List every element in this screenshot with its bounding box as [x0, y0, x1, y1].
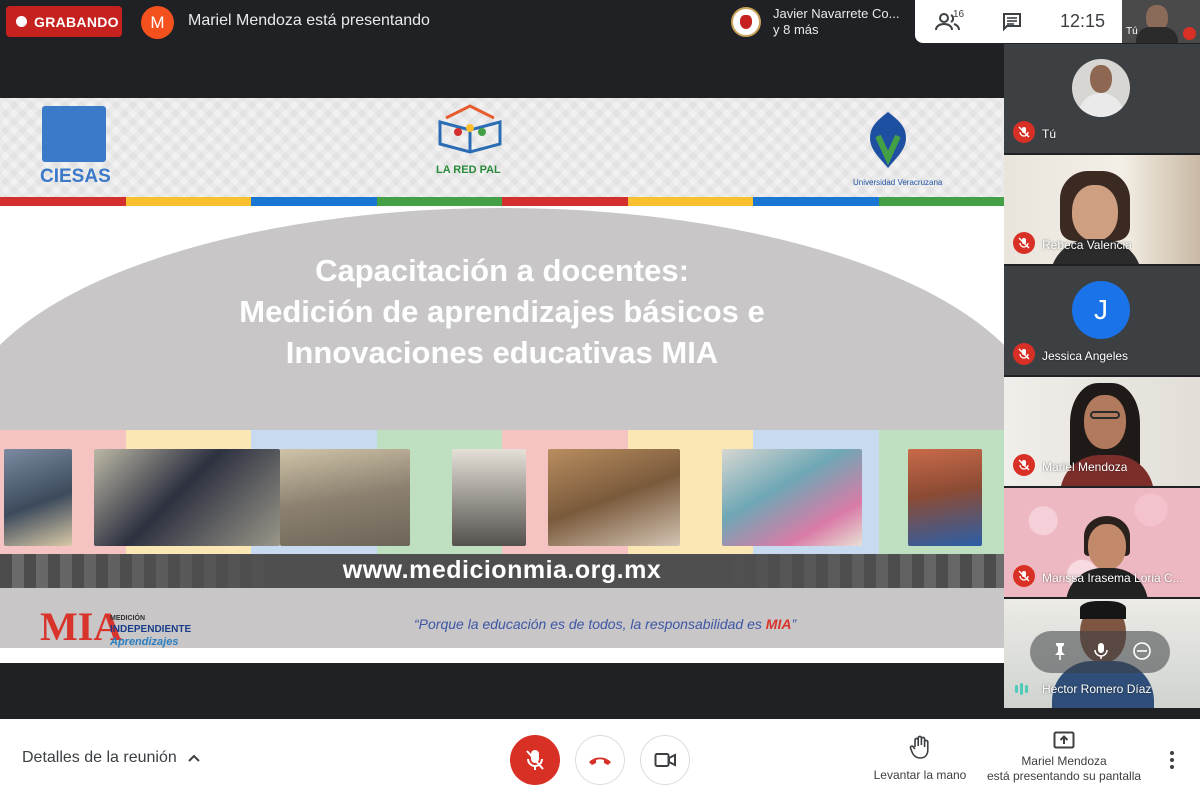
- chat-icon[interactable]: [1002, 12, 1022, 32]
- clock: 12:15: [1060, 11, 1106, 31]
- raise-hand-icon: [909, 735, 929, 759]
- slide-title: Capacitación a docentes: Medición de apr…: [0, 250, 1004, 373]
- slide-photo: [908, 449, 982, 546]
- self-preview-body: [1136, 27, 1178, 43]
- participant-name: Rebeca Valencia: [1042, 238, 1132, 252]
- presenter-avatar: M: [141, 6, 174, 39]
- mic-off-icon: [1013, 232, 1035, 254]
- self-label: Tú: [1126, 26, 1138, 37]
- recording-badge: GRABANDO: [6, 6, 122, 37]
- slide-url: www.medicionmia.org.mx: [0, 554, 1004, 588]
- slide-photo: [548, 449, 680, 546]
- raise-hand-label: Levantar la mano: [873, 768, 967, 782]
- mic-off-icon: [1013, 454, 1035, 476]
- slide-photo: [452, 449, 526, 546]
- participant-name: Jessica Angeles: [1042, 349, 1129, 363]
- participant-tile[interactable]: Mariel Mendoza: [1004, 377, 1200, 486]
- presenting-status: Mariel Mendoza está presentando: [188, 12, 430, 29]
- participant-name: Tú: [1042, 127, 1057, 141]
- mic-off-icon: [1013, 343, 1035, 365]
- participant-chip-more: y 8 más: [773, 21, 819, 37]
- mic-off-icon: [526, 750, 544, 770]
- participant-tile[interactable]: Tú: [1004, 44, 1200, 153]
- bottom-bar: Detalles de la reunión Levantar la mano …: [0, 719, 1200, 799]
- recording-label: GRABANDO: [34, 13, 119, 30]
- slide-quote: “Porque la educación es de todos, la res…: [414, 616, 797, 632]
- participant-chip-avatar: [731, 6, 761, 37]
- slide-title-line: Innovaciones educativas MIA: [285, 335, 719, 370]
- participant-name: Marissa Irasema Loria C...: [1042, 571, 1183, 585]
- meeting-details-button[interactable]: Detalles de la reunión: [22, 749, 177, 767]
- pin-icon[interactable]: [1052, 642, 1068, 660]
- mic-toggle-button[interactable]: [510, 735, 560, 785]
- slide-title-line: Medición de aprendizajes básicos e: [239, 294, 765, 329]
- color-strip-segment: [753, 197, 879, 206]
- speaking-indicator-icon: [1015, 683, 1028, 695]
- participant-tile[interactable]: Rebeca Valencia: [1004, 155, 1200, 264]
- remove-icon[interactable]: [1132, 641, 1152, 661]
- mic-off-icon: [1013, 565, 1035, 587]
- chevron-up-icon[interactable]: [187, 752, 201, 764]
- camera-icon: [654, 753, 676, 767]
- color-strip-segment: [0, 197, 126, 206]
- people-count: 16: [953, 9, 965, 20]
- raise-hand-button[interactable]: Levantar la mano: [868, 735, 972, 782]
- color-strip-segment: [251, 197, 377, 206]
- color-strip-segment: [502, 197, 628, 206]
- self-preview[interactable]: Tú: [1122, 0, 1200, 43]
- participant-tile[interactable]: Marissa Irasema Loria C...: [1004, 488, 1200, 597]
- slide-photo: [722, 449, 862, 546]
- more-vert-icon[interactable]: [1163, 749, 1181, 771]
- meet-window: GRABANDO M Mariel Mendoza está presentan…: [0, 0, 1200, 799]
- color-strip-segment: [878, 197, 1004, 206]
- present-screen-icon: [1053, 731, 1075, 749]
- presenting-line-2: está presentando su pantalla: [986, 769, 1142, 783]
- mic-off-icon: [1183, 27, 1196, 40]
- participant-tile[interactable]: J Jessica Angeles: [1004, 266, 1200, 375]
- slide-header: CIESAS LA RED PAL Universidad Veracruzan…: [0, 98, 1004, 197]
- leave-call-button[interactable]: [575, 735, 625, 785]
- hang-up-icon: [589, 757, 611, 765]
- slide-photo: [94, 449, 280, 546]
- slide-photo: [280, 449, 410, 546]
- color-strip-segment: [376, 197, 502, 206]
- participant-avatar: J: [1072, 281, 1130, 339]
- color-strip-segment: [125, 197, 251, 206]
- color-strip: [0, 197, 1004, 206]
- participant-avatar: [1072, 59, 1130, 117]
- participants-chip[interactable]: Javier Navarrete Co... y 8 más: [725, 0, 915, 43]
- presenting-now-button[interactable]: Mariel Mendoza está presentando su panta…: [980, 731, 1148, 784]
- slide-title-line: Capacitación a docentes:: [315, 253, 689, 288]
- participant-tile[interactable]: Hector Romero Díaz: [1004, 599, 1200, 708]
- mic-icon[interactable]: [1094, 642, 1108, 660]
- color-strip-segment: [627, 197, 753, 206]
- participant-name: Mariel Mendoza: [1042, 460, 1128, 474]
- presented-slide: CIESAS LA RED PAL Universidad Veracruzan…: [0, 98, 1004, 663]
- recording-dot-icon: [16, 16, 27, 27]
- slide-photo: [4, 449, 72, 546]
- participant-chip-name: Javier Navarrete Co...: [773, 5, 900, 21]
- uv-logo: Universidad Veracruzana: [848, 106, 948, 190]
- red-pal-logo: LA RED PAL: [432, 104, 508, 190]
- participant-name: Hector Romero Díaz: [1042, 682, 1152, 696]
- ciesas-logo: CIESAS: [40, 106, 111, 187]
- mic-off-icon: [1013, 121, 1035, 143]
- mia-logo: MIA MEDICIÓN INDEPENDIENTE Aprendizajes: [40, 604, 192, 649]
- camera-toggle-button[interactable]: [640, 735, 690, 785]
- presenting-line-1: Mariel Mendoza: [1021, 754, 1107, 768]
